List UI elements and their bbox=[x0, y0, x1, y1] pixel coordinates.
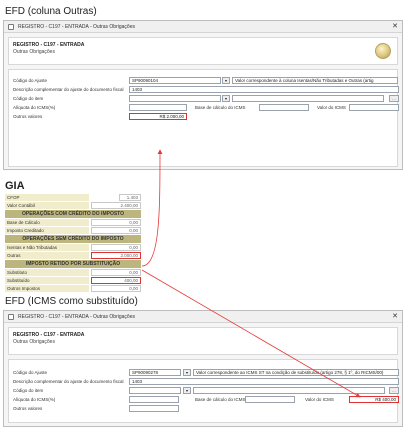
gia-outras-label: Outras bbox=[5, 252, 89, 260]
gia-outras-value[interactable]: 2.000,00 bbox=[91, 252, 141, 259]
gia-cfop-select[interactable]: 1.403 bbox=[119, 194, 141, 201]
descricao-input[interactable]: 1403 bbox=[129, 86, 399, 93]
efd-outras-dialog: REGISTRO - C197 - ENTRADA - Outras Obrig… bbox=[3, 20, 403, 170]
gia-outros-impostos-value[interactable]: 0,00 bbox=[91, 285, 141, 292]
codigo-item-dropdown[interactable]: ▾ bbox=[183, 387, 191, 394]
codigo-ajuste-label: Código do Ajuste bbox=[13, 78, 48, 83]
window-icon bbox=[8, 314, 14, 320]
codigo-ajuste-input[interactable]: SP90090104 bbox=[129, 77, 221, 84]
codigo-ajuste-label: Código do Ajuste bbox=[13, 370, 48, 375]
section-title-efd-outras: EFD (coluna Outras) bbox=[5, 6, 97, 17]
gia-header-retido: IMPOSTO RETIDO POR SUBSTITUIÇÃO bbox=[5, 260, 141, 269]
aliquota-input[interactable] bbox=[129, 104, 187, 111]
base-calculo-input[interactable] bbox=[259, 104, 309, 111]
gia-row-substituto: Substituto 0,00 bbox=[5, 269, 141, 277]
codigo-ajuste-dropdown[interactable]: ▾ bbox=[183, 369, 191, 376]
dialog-title: REGISTRO - C197 - ENTRADA - Outras Obrig… bbox=[18, 314, 135, 320]
codigo-item-input[interactable] bbox=[129, 95, 221, 102]
codigo-item-dropdown[interactable]: ▾ bbox=[222, 95, 230, 102]
aliquota-label: Alíquota do ICMS(%) bbox=[13, 105, 56, 110]
dialog-header: REGISTRO - C197 - ENTRADA Outras Obrigaç… bbox=[8, 327, 398, 355]
codigo-ajuste-input[interactable]: SP90090278 bbox=[129, 369, 181, 376]
codigo-item-description bbox=[193, 387, 385, 394]
close-icon[interactable]: ✕ bbox=[392, 21, 398, 33]
gia-row-base-calculo: Base de Cálculo 0,00 bbox=[5, 219, 141, 227]
database-icon bbox=[375, 43, 391, 59]
section-title-efd-substituido: EFD (ICMS como substituído) bbox=[5, 296, 138, 307]
gia-row-imposto-creditado: Imposto Creditado 0,00 bbox=[5, 227, 141, 235]
gia-row-isentas: Isentas e Não Tributadas 0,00 bbox=[5, 244, 141, 252]
gia-table: CFOP 1.403 Valor Contábil 2.400,00 OPERA… bbox=[5, 194, 141, 293]
outros-valores-label: Outros valores bbox=[13, 406, 43, 411]
valor-icms-input[interactable]: R$ 400,00 bbox=[349, 396, 399, 403]
descricao-label: Descrição complementar do ajuste do docu… bbox=[13, 379, 124, 384]
registro-subtitle: Outras Obrigações bbox=[13, 339, 55, 345]
base-calculo-label: Base de cálculo do ICMS bbox=[195, 105, 246, 110]
gia-substituto-label: Substituto bbox=[5, 269, 89, 277]
gia-header-sem-credito: OPERAÇÕES SEM CRÉDITO DO IMPOSTO bbox=[5, 235, 141, 244]
close-icon[interactable]: ✕ bbox=[392, 311, 398, 323]
registro-subtitle: Outras Obrigações bbox=[13, 49, 55, 55]
codigo-item-description bbox=[232, 95, 384, 102]
codigo-item-search-button[interactable]: … bbox=[389, 95, 399, 102]
codigo-item-label: Código do item bbox=[13, 388, 44, 393]
gia-isentas-label: Isentas e Não Tributadas bbox=[5, 244, 89, 252]
registro-label: REGISTRO - C197 - ENTRADA bbox=[13, 42, 85, 48]
outros-valores-input[interactable] bbox=[129, 405, 179, 412]
registro-label: REGISTRO - C197 - ENTRADA bbox=[13, 332, 85, 338]
dialog-title: REGISTRO - C197 - ENTRADA - Outras Obrig… bbox=[18, 24, 135, 30]
base-calculo-input[interactable] bbox=[245, 396, 295, 403]
gia-row-valor-contabil: Valor Contábil 2.400,00 bbox=[5, 202, 141, 210]
gia-title: GIA bbox=[5, 180, 25, 192]
window-icon bbox=[8, 24, 14, 30]
dialog-titlebar: REGISTRO - C197 - ENTRADA - Outras Obrig… bbox=[4, 21, 402, 33]
dialog-form: Código do Ajuste SP90090278 ▾ Valor corr… bbox=[8, 359, 399, 423]
gia-row-cfop: CFOP 1.403 bbox=[5, 194, 141, 202]
gia-substituto-value[interactable]: 0,00 bbox=[91, 269, 141, 276]
gia-base-calculo-label: Base de Cálculo bbox=[5, 219, 89, 227]
base-calculo-label: Base de cálculo do ICMS bbox=[195, 397, 246, 402]
gia-row-outros-impostos: Outros Impostos 0,00 bbox=[5, 285, 141, 293]
outros-valores-label: Outros valores bbox=[13, 114, 43, 119]
efd-substituido-dialog: REGISTRO - C197 - ENTRADA - Outras Obrig… bbox=[3, 310, 403, 427]
valor-icms-input[interactable] bbox=[349, 104, 399, 111]
valor-icms-label: Valor do ICMS bbox=[317, 105, 346, 110]
gia-imposto-creditado-value[interactable]: 0,00 bbox=[91, 227, 141, 234]
gia-substituido-label: Substituído bbox=[5, 277, 89, 285]
gia-substituido-value[interactable]: 400,00 bbox=[91, 277, 141, 284]
gia-base-calculo-value[interactable]: 0,00 bbox=[91, 219, 141, 226]
gia-row-substituido: Substituído 400,00 bbox=[5, 277, 141, 285]
codigo-item-input[interactable] bbox=[129, 387, 181, 394]
codigo-item-search-button[interactable]: … bbox=[389, 387, 399, 394]
codigo-item-label: Código do item bbox=[13, 96, 44, 101]
codigo-ajuste-description: Valor correspondente ao ICMS ST na condi… bbox=[193, 369, 399, 376]
outros-valores-input[interactable]: R$ 2.000,00 bbox=[129, 113, 187, 120]
dialog-form: Código do Ajuste SP90090104 ▾ Valor corr… bbox=[8, 69, 399, 167]
gia-cfop-label: CFOP bbox=[5, 194, 89, 202]
valor-icms-label: Valor do ICMS bbox=[305, 397, 334, 402]
descricao-label: Descrição complementar do ajuste do docu… bbox=[13, 87, 124, 92]
gia-valor-contabil-value[interactable]: 2.400,00 bbox=[91, 202, 141, 209]
gia-header-com-credito: OPERAÇÕES COM CRÉDITO DO IMPOSTO bbox=[5, 210, 141, 219]
gia-valor-contabil-label: Valor Contábil bbox=[5, 202, 89, 210]
aliquota-input[interactable] bbox=[129, 396, 179, 403]
aliquota-label: Alíquota do ICMS(%) bbox=[13, 397, 56, 402]
gia-imposto-creditado-label: Imposto Creditado bbox=[5, 227, 89, 235]
codigo-ajuste-description: Valor correspondente à coluna Isentas/Nã… bbox=[232, 77, 398, 84]
descricao-input[interactable]: 1403 bbox=[129, 378, 399, 385]
gia-outros-impostos-label: Outros Impostos bbox=[5, 285, 89, 293]
codigo-ajuste-dropdown[interactable]: ▾ bbox=[222, 77, 230, 84]
gia-row-outras: Outras 2.000,00 bbox=[5, 252, 141, 260]
gia-isentas-value[interactable]: 0,00 bbox=[91, 244, 141, 251]
dialog-header: REGISTRO - C197 - ENTRADA Outras Obrigaç… bbox=[8, 37, 398, 65]
dialog-titlebar: REGISTRO - C197 - ENTRADA - Outras Obrig… bbox=[4, 311, 402, 323]
